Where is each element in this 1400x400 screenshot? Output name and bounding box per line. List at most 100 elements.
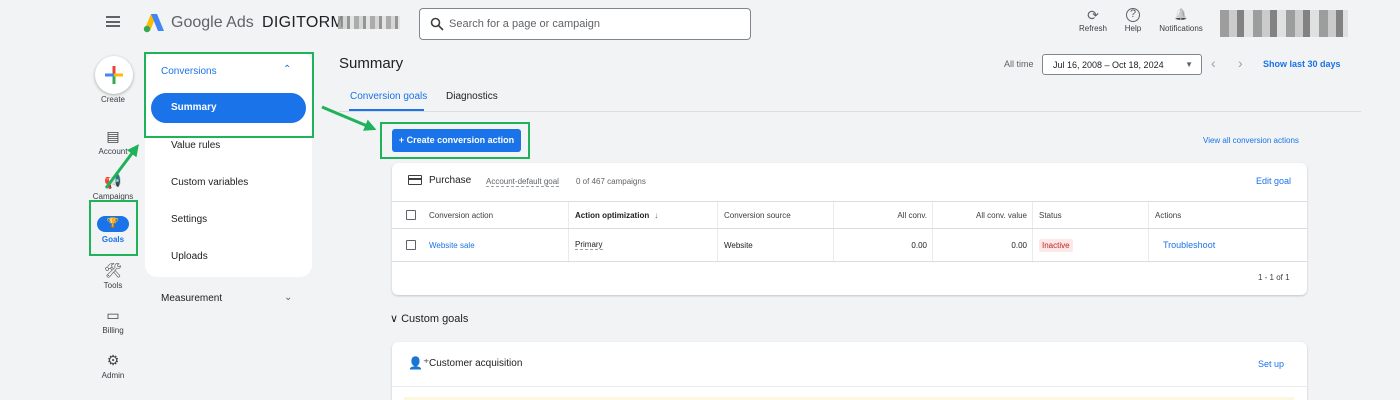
status-badge: Inactive bbox=[1039, 238, 1073, 252]
column-header[interactable]: All conv. value bbox=[932, 202, 1033, 228]
credit-card-icon bbox=[408, 175, 422, 185]
table-bottom-border bbox=[392, 261, 1307, 262]
pagination-summary: 1 - 1 of 1 bbox=[1258, 273, 1290, 282]
rail-billing[interactable]: ▭ Billing bbox=[88, 307, 138, 335]
conversions-subnav: Conversions ⌃ Summary Value rules Custom… bbox=[145, 52, 312, 277]
column-header[interactable]: Conversion action bbox=[423, 202, 569, 228]
column-header[interactable]: Status bbox=[1032, 202, 1149, 228]
table-header-row: Conversion action Action optimization ↓ … bbox=[392, 201, 1307, 228]
conversion-action-cell: Website sale bbox=[423, 229, 569, 261]
conversions-section-header[interactable]: Conversions bbox=[161, 66, 217, 77]
tab-diagnostics[interactable]: Diagnostics bbox=[446, 91, 498, 102]
customer-acquisition-card: 👤⁺ Customer acquisition Set up bbox=[392, 342, 1307, 400]
purchase-goal-card: Purchase Account-default goal 0 of 467 c… bbox=[392, 163, 1307, 295]
brand-name: Google Ads bbox=[171, 14, 254, 31]
help-label: Help bbox=[1124, 24, 1142, 33]
column-header-optimization[interactable]: Action optimization ↓ bbox=[568, 202, 718, 228]
search-input[interactable]: Search for a page or campaign bbox=[419, 8, 751, 40]
account-name: DIGITORM bbox=[262, 14, 345, 31]
table-row: Website sale Primary Website 0.00 0.00 I… bbox=[392, 228, 1307, 261]
tab-conversion-goals[interactable]: Conversion goals bbox=[350, 91, 427, 102]
goal-campaign-count: 0 of 467 campaigns bbox=[576, 177, 646, 186]
date-range-label: All time bbox=[1004, 59, 1034, 69]
conversion-action-link[interactable]: Website sale bbox=[429, 241, 475, 250]
rail-tools[interactable]: 🛠 Tools bbox=[88, 262, 138, 290]
refresh-button[interactable]: ⟳ Refresh bbox=[1074, 7, 1112, 33]
rail-admin-label: Admin bbox=[101, 371, 125, 380]
account-switcher[interactable] bbox=[1220, 10, 1348, 37]
create-button[interactable] bbox=[95, 56, 133, 94]
redacted-account-id bbox=[338, 16, 400, 29]
subnav-item-settings[interactable]: Settings bbox=[171, 214, 207, 225]
subnav-item-summary[interactable]: Summary bbox=[151, 93, 306, 123]
account-icon: ▤ bbox=[106, 128, 120, 144]
top-header: Google Ads DIGITORM Search for a page or… bbox=[0, 0, 1400, 46]
rail-tools-label: Tools bbox=[103, 281, 123, 290]
status-cell: Inactive bbox=[1032, 229, 1149, 261]
view-all-conversion-actions-link[interactable]: View all conversion actions bbox=[1203, 136, 1299, 145]
column-header[interactable]: All conv. bbox=[833, 202, 933, 228]
next-period-icon[interactable]: › bbox=[1238, 55, 1243, 71]
column-header: Actions bbox=[1148, 202, 1307, 228]
subnav-measurement[interactable]: Measurement bbox=[161, 293, 222, 304]
help-icon: ? bbox=[1126, 8, 1140, 22]
help-button[interactable]: ? Help bbox=[1117, 7, 1149, 33]
goal-default-badge: Account-default goal bbox=[486, 177, 559, 187]
goal-title: Purchase bbox=[429, 175, 472, 186]
column-header[interactable]: Conversion source bbox=[717, 202, 834, 228]
subnav-item-value-rules[interactable]: Value rules bbox=[171, 140, 220, 151]
date-range-value: Jul 16, 2008 – Oct 18, 2024 bbox=[1053, 60, 1164, 70]
subnav-item-custom-variables[interactable]: Custom variables bbox=[171, 177, 248, 188]
date-range-picker[interactable]: Jul 16, 2008 – Oct 18, 2024 ▼ bbox=[1042, 54, 1202, 75]
row-checkbox[interactable] bbox=[406, 240, 416, 250]
rail-goals-label: Goals bbox=[101, 235, 125, 244]
menu-icon[interactable] bbox=[106, 16, 120, 27]
rail-account-label: Account bbox=[98, 147, 128, 156]
row-select-cell bbox=[400, 229, 422, 261]
sort-arrow-icon: ↓ bbox=[654, 210, 659, 220]
show-last-30-days-link[interactable]: Show last 30 days bbox=[1263, 59, 1341, 69]
all-conv-value-cell: 0.00 bbox=[932, 229, 1033, 261]
custom-goals-label: Custom goals bbox=[401, 313, 469, 325]
rail-campaigns-label: Campaigns bbox=[92, 192, 134, 201]
optimization-cell: Primary bbox=[568, 229, 718, 261]
create-conversion-action-button[interactable]: + Create conversion action bbox=[392, 129, 521, 152]
subnav-item-uploads[interactable]: Uploads bbox=[171, 251, 208, 262]
chevron-up-icon[interactable]: ⌃ bbox=[283, 64, 291, 75]
billing-icon: ▭ bbox=[106, 307, 120, 323]
chevron-down-icon: ∨ bbox=[390, 313, 402, 325]
trophy-icon: 🏆 bbox=[97, 216, 129, 232]
all-conv-cell: 0.00 bbox=[833, 229, 933, 261]
refresh-label: Refresh bbox=[1078, 24, 1107, 33]
tabs-divider bbox=[339, 111, 1361, 112]
google-ads-logo bbox=[143, 14, 164, 33]
notifications-button[interactable]: 🔔 Notifications bbox=[1152, 7, 1210, 33]
person-add-icon: 👤⁺ bbox=[408, 356, 430, 370]
search-placeholder: Search for a page or campaign bbox=[449, 18, 601, 30]
rail-account[interactable]: ▤ Account bbox=[88, 128, 138, 156]
previous-period-icon[interactable]: ‹ bbox=[1211, 55, 1216, 71]
chevron-down-icon[interactable]: ⌄ bbox=[284, 292, 292, 303]
gear-icon: ⚙ bbox=[106, 352, 120, 368]
rail-campaigns[interactable]: 📢 Campaigns bbox=[88, 173, 138, 201]
source-cell: Website bbox=[717, 229, 834, 261]
bell-icon: 🔔 bbox=[1174, 9, 1188, 21]
select-all-checkbox[interactable] bbox=[406, 210, 416, 220]
set-up-link[interactable]: Set up bbox=[1258, 359, 1284, 369]
rail-billing-label: Billing bbox=[102, 326, 124, 335]
search-icon bbox=[430, 17, 444, 31]
optimization-value[interactable]: Primary bbox=[575, 240, 603, 250]
actions-cell: Troubleshoot bbox=[1148, 229, 1307, 261]
rail-admin[interactable]: ⚙ Admin bbox=[88, 352, 138, 380]
page-title: Summary bbox=[339, 55, 404, 72]
column-header: Action optimization bbox=[575, 210, 650, 220]
tools-icon: 🛠 bbox=[104, 262, 122, 278]
notifications-label: Notifications bbox=[1159, 24, 1203, 33]
refresh-icon: ⟳ bbox=[1087, 7, 1099, 23]
select-all-cell bbox=[400, 202, 422, 228]
edit-goal-link[interactable]: Edit goal bbox=[1256, 176, 1291, 186]
custom-goals-toggle[interactable]: ∨ Custom goals bbox=[390, 312, 468, 325]
troubleshoot-link[interactable]: Troubleshoot bbox=[1163, 240, 1215, 250]
plus-icon bbox=[105, 66, 123, 84]
rail-goals[interactable]: 🏆 Goals bbox=[88, 216, 138, 244]
